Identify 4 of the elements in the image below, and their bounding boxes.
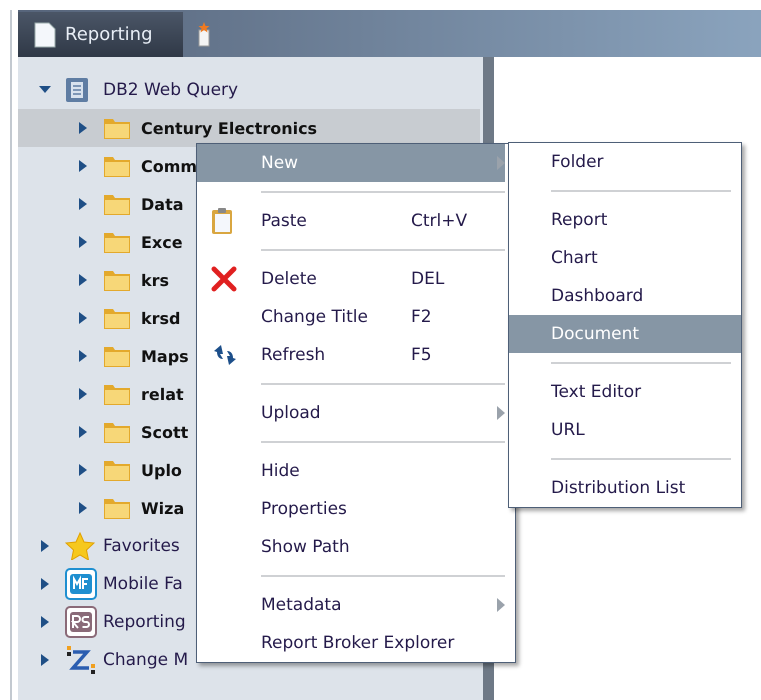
shortcut-label: F5 [411,345,432,365]
shortcut-label: F2 [411,307,432,327]
shortcut-label: DEL [411,269,444,289]
shortcut-label: Ctrl+V [411,211,468,231]
